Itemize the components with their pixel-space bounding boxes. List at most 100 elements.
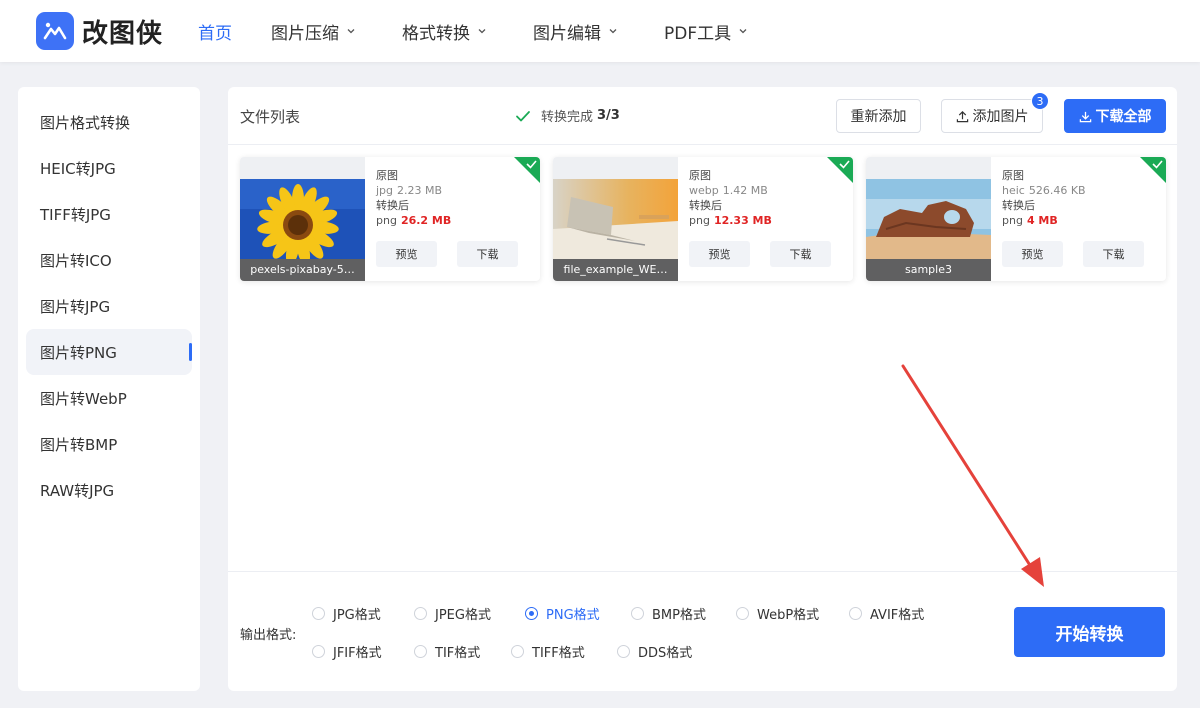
laptop-desk-image: [553, 179, 678, 259]
logo[interactable]: 改图侠: [36, 12, 196, 50]
sunflower-image: [240, 179, 365, 259]
radio-label: TIFF格式: [532, 646, 585, 661]
sidebar-item-image-to-ico[interactable]: 图片转ICO: [26, 237, 192, 283]
radio-tif[interactable]: TIF格式: [414, 642, 480, 661]
radio-circle: [617, 645, 630, 658]
sidebar-item-heic-to-jpg[interactable]: HEIC转JPG: [26, 145, 192, 191]
output-format-section: 输出格式: JPG格式 JPEG格式 PNG格式 BMP格式 WebP格式 AV…: [228, 571, 1177, 691]
conversion-status: 转换完成 3/3: [515, 106, 620, 125]
radio-circle: [312, 607, 325, 620]
file-card: file_example_WE… 原图 webp 1.42 MB 转换后 png 1…: [553, 157, 853, 281]
converted-label: 转换后: [1002, 199, 1035, 212]
radio-label: JPEG格式: [435, 608, 491, 623]
radio-jpeg[interactable]: JPEG格式: [414, 604, 491, 623]
radio-label: WebP格式: [757, 608, 820, 623]
file-cards: pexels-pixabay-5… 原图 jpg 2.23 MB 转换后 png 2…: [240, 157, 1179, 281]
output-format-label: 输出格式:: [240, 628, 297, 643]
file-info: 原图 jpg 2.23 MB 转换后 png 26.2 MB: [376, 168, 451, 228]
nav-pdf-tools[interactable]: PDF工具: [664, 19, 748, 44]
sidebar-item-image-format-convert[interactable]: 图片格式转换: [26, 99, 192, 145]
desert-rock-image: [866, 179, 991, 259]
done-check-icon: [514, 157, 540, 183]
file-list-toolbar: 文件列表 转换完成 3/3 重新添加 添加图片 3 下载全部: [228, 87, 1177, 145]
converted-format: png: [1002, 214, 1023, 227]
sidebar-item-raw-to-jpg[interactable]: RAW转JPG: [26, 467, 192, 513]
file-name: pexels-pixabay-5…: [240, 259, 365, 281]
radio-webp[interactable]: WebP格式: [736, 604, 819, 623]
radio-label: PNG格式: [546, 608, 600, 623]
converted-format: png: [376, 214, 397, 227]
sidebar-item-image-to-png[interactable]: 图片转PNG: [26, 329, 192, 375]
radio-circle: [312, 645, 325, 658]
nav-home[interactable]: 首页: [198, 19, 232, 44]
radio-avif[interactable]: AVIF格式: [849, 604, 924, 623]
radio-label: JPG格式: [333, 608, 381, 623]
converted-label: 转换后: [689, 199, 722, 212]
radio-circle: [511, 645, 524, 658]
file-thumbnail: sample3: [866, 157, 991, 281]
main-panel: 文件列表 转换完成 3/3 重新添加 添加图片 3 下载全部 pexels-pi…: [228, 87, 1177, 691]
original-label: 原图: [376, 169, 398, 182]
nav-image-edit[interactable]: 图片编辑: [533, 19, 618, 44]
top-header: 改图侠 首页 图片压缩 格式转换 图片编辑 PDF工具: [0, 0, 1200, 62]
original-size: 1.42 MB: [722, 184, 768, 197]
original-size: 526.46 KB: [1028, 184, 1086, 197]
preview-button[interactable]: 预览: [689, 241, 750, 267]
chevron-down-icon: [739, 29, 747, 34]
done-check-icon: [1140, 157, 1166, 183]
radio-tiff[interactable]: TIFF格式: [511, 642, 585, 661]
file-count-badge: 3: [1031, 92, 1049, 110]
radio-jpg[interactable]: JPG格式: [312, 604, 381, 623]
download-all-label: 下载全部: [1095, 109, 1152, 125]
sidebar-item-tiff-to-jpg[interactable]: TIFF转JPG: [26, 191, 192, 237]
converted-size: 26.2 MB: [400, 214, 452, 227]
radio-circle: [525, 607, 538, 620]
nav-image-edit-label: 图片编辑: [533, 23, 601, 44]
add-image-button[interactable]: 添加图片 3: [941, 92, 1049, 133]
status-count: 3/3: [597, 108, 620, 123]
download-button[interactable]: 下载: [1083, 241, 1144, 267]
nav-image-compress[interactable]: 图片压缩: [271, 19, 356, 44]
chevron-down-icon: [478, 29, 486, 34]
nav-format-convert-label: 格式转换: [402, 23, 470, 44]
download-button[interactable]: 下载: [457, 241, 518, 267]
sidebar-item-image-to-bmp[interactable]: 图片转BMP: [26, 421, 192, 467]
preview-button[interactable]: 预览: [376, 241, 437, 267]
nav-image-compress-label: 图片压缩: [271, 23, 339, 44]
file-card: sample3 原图 heic 526.46 KB 转换后 png 4 MB 预览 …: [866, 157, 1166, 281]
file-name: file_example_WE…: [553, 259, 678, 281]
download-all-button[interactable]: 下载全部: [1064, 99, 1166, 133]
original-size: 2.23 MB: [397, 184, 443, 197]
nav-format-convert[interactable]: 格式转换: [402, 19, 487, 44]
radio-dds[interactable]: DDS格式: [617, 642, 692, 661]
converted-format: png: [689, 214, 710, 227]
radio-png[interactable]: PNG格式: [525, 604, 600, 623]
nav-pdf-tools-label: PDF工具: [664, 23, 732, 44]
radio-label: AVIF格式: [870, 608, 925, 623]
file-thumbnail: pexels-pixabay-5…: [240, 157, 365, 281]
radio-circle: [414, 645, 427, 658]
radio-bmp[interactable]: BMP格式: [631, 604, 706, 623]
file-info: 原图 heic 526.46 KB 转换后 png 4 MB: [1002, 168, 1086, 228]
radio-label: JFIF格式: [333, 646, 382, 661]
radio-circle: [631, 607, 644, 620]
download-button[interactable]: 下载: [770, 241, 831, 267]
preview-button[interactable]: 预览: [1002, 241, 1063, 267]
check-icon: [516, 110, 530, 121]
file-card: pexels-pixabay-5… 原图 jpg 2.23 MB 转换后 png 2…: [240, 157, 540, 281]
file-info: 原图 webp 1.42 MB 转换后 png 12.33 MB: [689, 168, 772, 228]
sidebar-item-image-to-jpg[interactable]: 图片转JPG: [26, 283, 192, 329]
radio-jfif[interactable]: JFIF格式: [312, 642, 382, 661]
readd-button[interactable]: 重新添加: [836, 99, 921, 133]
original-format: webp: [689, 184, 719, 197]
main-nav: 首页 图片压缩 格式转换 图片编辑 PDF工具: [198, 19, 748, 44]
converted-size: 4 MB: [1026, 214, 1058, 227]
chevron-down-icon: [609, 29, 617, 34]
start-convert-button[interactable]: 开始转换: [1014, 607, 1165, 657]
add-image-label: 添加图片: [972, 109, 1029, 125]
sidebar-item-image-to-webp[interactable]: 图片转WebP: [26, 375, 192, 421]
download-icon: [1079, 111, 1091, 122]
sidebar: 图片格式转换 HEIC转JPG TIFF转JPG 图片转ICO 图片转JPG 图…: [18, 87, 200, 691]
upload-icon: [956, 110, 968, 122]
status-text: 转换完成: [541, 110, 594, 125]
